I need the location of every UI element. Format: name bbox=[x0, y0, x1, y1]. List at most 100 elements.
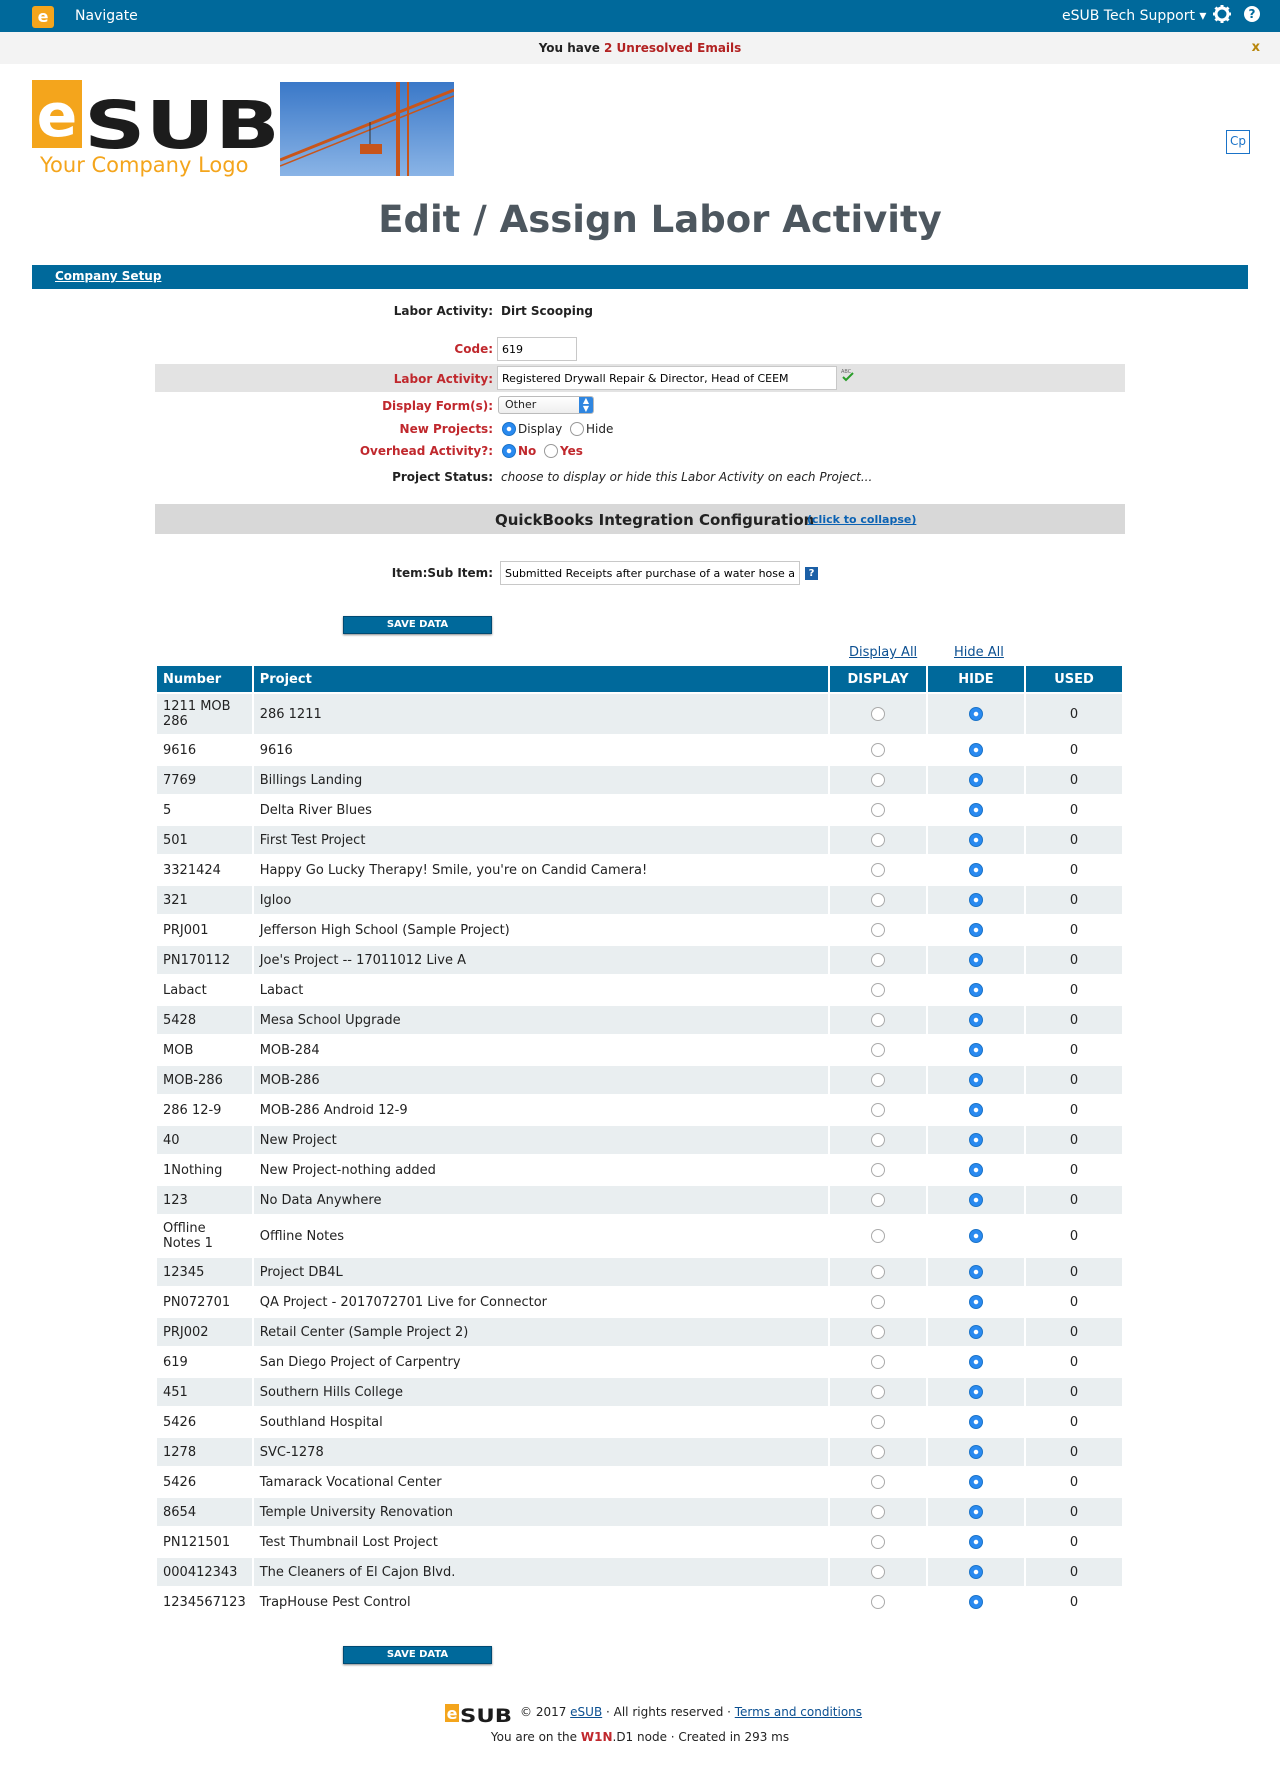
display-radio[interactable] bbox=[871, 1013, 885, 1027]
hide-radio[interactable] bbox=[969, 1415, 983, 1429]
hide-radio[interactable] bbox=[969, 1103, 983, 1117]
display-all-link[interactable]: Display All bbox=[849, 645, 917, 660]
display-radio[interactable] bbox=[871, 1445, 885, 1459]
new-projects-hide-radio[interactable] bbox=[570, 422, 584, 436]
hide-radio[interactable] bbox=[969, 1595, 983, 1609]
display-radio[interactable] bbox=[871, 1535, 885, 1549]
display-radio[interactable] bbox=[871, 1505, 885, 1519]
hide-radio[interactable] bbox=[969, 1445, 983, 1459]
hide-radio[interactable] bbox=[969, 1163, 983, 1177]
hide-radio[interactable] bbox=[969, 1535, 983, 1549]
hide-radio[interactable] bbox=[969, 953, 983, 967]
cp-icon[interactable]: Cp bbox=[1226, 130, 1250, 154]
hide-all-link[interactable]: Hide All bbox=[954, 645, 1004, 660]
display-radio[interactable] bbox=[871, 803, 885, 817]
hide-radio[interactable] bbox=[969, 773, 983, 787]
hide-radio[interactable] bbox=[969, 1355, 983, 1369]
table-row: Labact Labact 0 bbox=[157, 976, 1122, 1004]
unresolved-emails-link[interactable]: 2 Unresolved Emails bbox=[604, 41, 741, 55]
hide-radio[interactable] bbox=[969, 1505, 983, 1519]
cell-display bbox=[830, 886, 926, 914]
code-label: Code: bbox=[454, 342, 493, 356]
cell-project: Southern Hills College bbox=[253, 1378, 828, 1406]
save-data-button-bottom[interactable]: SAVE DATA bbox=[343, 1646, 492, 1664]
user-menu[interactable]: eSUB Tech Support ▾ bbox=[1062, 8, 1206, 24]
display-radio[interactable] bbox=[871, 923, 885, 937]
spellcheck-icon[interactable]: ABC bbox=[841, 368, 855, 382]
cell-used: 0 bbox=[1026, 946, 1122, 974]
code-input[interactable] bbox=[497, 337, 577, 361]
display-radio[interactable] bbox=[871, 833, 885, 847]
display-radio[interactable] bbox=[871, 1325, 885, 1339]
hide-radio[interactable] bbox=[969, 1295, 983, 1309]
overhead-no-radio[interactable] bbox=[502, 444, 516, 458]
display-radio[interactable] bbox=[871, 773, 885, 787]
cell-hide bbox=[928, 1036, 1024, 1064]
hide-radio[interactable] bbox=[969, 1073, 983, 1087]
hide-radio[interactable] bbox=[969, 923, 983, 937]
overhead-yes-radio[interactable] bbox=[544, 444, 558, 458]
display-radio[interactable] bbox=[871, 863, 885, 877]
hide-radio[interactable] bbox=[969, 743, 983, 757]
cell-project: New Project bbox=[253, 1126, 828, 1154]
new-projects-display-radio[interactable] bbox=[502, 422, 516, 436]
hide-radio[interactable] bbox=[969, 1133, 983, 1147]
hide-radio[interactable] bbox=[969, 707, 983, 721]
logo-e: e bbox=[37, 81, 78, 151]
save-data-button-top[interactable]: SAVE DATA bbox=[343, 616, 492, 634]
display-radio[interactable] bbox=[871, 983, 885, 997]
hide-radio[interactable] bbox=[969, 863, 983, 877]
hide-radio[interactable] bbox=[969, 1193, 983, 1207]
hide-radio[interactable] bbox=[969, 1565, 983, 1579]
display-radio[interactable] bbox=[871, 1193, 885, 1207]
help-icon[interactable]: ? bbox=[1244, 6, 1260, 22]
display-radio[interactable] bbox=[871, 1595, 885, 1609]
overhead-label: Overhead Activity?: bbox=[359, 444, 493, 458]
cell-project: Joe's Project -- 17011012 Live A bbox=[253, 946, 828, 974]
crane-image bbox=[280, 82, 454, 176]
display-radio[interactable] bbox=[871, 1229, 885, 1243]
hide-radio[interactable] bbox=[969, 1325, 983, 1339]
hide-radio[interactable] bbox=[969, 1265, 983, 1279]
cell-number: 1278 bbox=[157, 1438, 252, 1466]
cell-used: 0 bbox=[1026, 1156, 1122, 1184]
display-radio[interactable] bbox=[871, 1265, 885, 1279]
esub-home-icon[interactable]: e bbox=[32, 6, 54, 28]
cell-number: 3321424 bbox=[157, 856, 252, 884]
navigate-menu[interactable]: Navigate bbox=[75, 8, 138, 24]
gear-icon[interactable] bbox=[1212, 4, 1232, 24]
esub-link[interactable]: eSUB bbox=[570, 1705, 602, 1719]
hide-radio[interactable] bbox=[969, 1229, 983, 1243]
display-radio[interactable] bbox=[871, 953, 885, 967]
display-radio[interactable] bbox=[871, 1295, 885, 1309]
display-forms-select[interactable]: Other ▲ ▼ bbox=[498, 396, 594, 414]
display-radio[interactable] bbox=[871, 1163, 885, 1177]
display-radio[interactable] bbox=[871, 1073, 885, 1087]
hide-radio[interactable] bbox=[969, 1013, 983, 1027]
company-setup-link[interactable]: Company Setup bbox=[55, 269, 161, 283]
display-radio[interactable] bbox=[871, 1133, 885, 1147]
help-icon[interactable]: ? bbox=[805, 567, 818, 580]
hide-radio[interactable] bbox=[969, 833, 983, 847]
terms-link[interactable]: Terms and conditions bbox=[735, 1705, 862, 1719]
hide-radio[interactable] bbox=[969, 1043, 983, 1057]
display-radio[interactable] bbox=[871, 1415, 885, 1429]
hide-radio[interactable] bbox=[969, 893, 983, 907]
hide-radio[interactable] bbox=[969, 983, 983, 997]
display-radio[interactable] bbox=[871, 1043, 885, 1057]
hide-radio[interactable] bbox=[969, 1475, 983, 1489]
labor-activity-input[interactable] bbox=[497, 366, 837, 390]
display-radio[interactable] bbox=[871, 1355, 885, 1369]
display-radio[interactable] bbox=[871, 1385, 885, 1399]
close-notice-button[interactable]: x bbox=[1252, 32, 1260, 64]
display-radio[interactable] bbox=[871, 1565, 885, 1579]
display-radio[interactable] bbox=[871, 707, 885, 721]
collapse-link[interactable]: (click to collapse) bbox=[807, 513, 916, 526]
display-radio[interactable] bbox=[871, 1475, 885, 1489]
item-sub-item-input[interactable] bbox=[500, 561, 800, 585]
display-radio[interactable] bbox=[871, 893, 885, 907]
display-radio[interactable] bbox=[871, 1103, 885, 1117]
hide-radio[interactable] bbox=[969, 1385, 983, 1399]
display-radio[interactable] bbox=[871, 743, 885, 757]
hide-radio[interactable] bbox=[969, 803, 983, 817]
